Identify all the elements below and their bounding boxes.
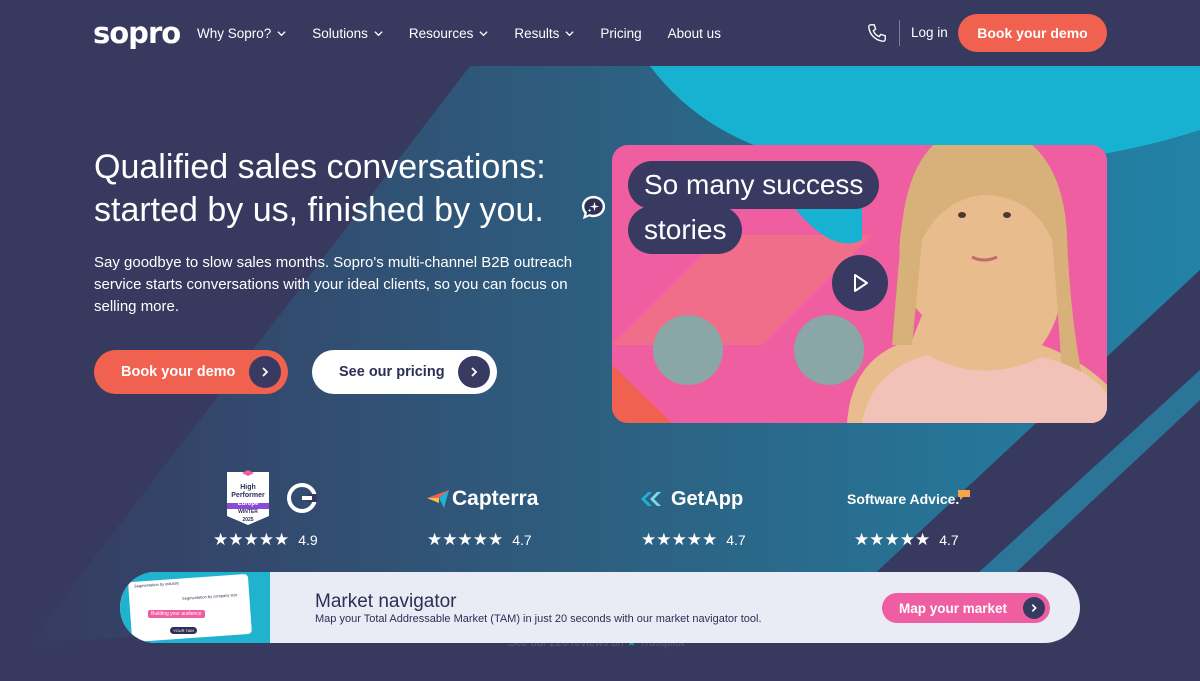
arrow-right-icon [458, 356, 490, 388]
video-caption-line2: stories [628, 206, 743, 254]
rating-stars: ★★★★★ 4.9 [213, 530, 318, 549]
market-navigator-thumbnail: Segmentation by industry Segmentation by… [120, 572, 270, 643]
review-capterra[interactable]: Capterra ★★★★★ 4.7 [427, 470, 538, 550]
button-label: Map your market [899, 600, 1008, 616]
market-navigator-title: Market navigator [315, 591, 457, 612]
hero-see-pricing-button[interactable]: See our pricing [312, 350, 497, 394]
review-g2[interactable]: High Performer Europe WINTER 2025 G2 ★★★… [213, 470, 318, 550]
review-getapp[interactable]: GetApp ★★★★★ 4.7 [641, 470, 746, 550]
getapp-logo-icon [641, 492, 661, 506]
rating-value: 4.9 [298, 532, 318, 548]
hero-title: Qualified sales conversations: started b… [94, 146, 614, 232]
nav-why-sopro[interactable]: Why Sopro? [197, 26, 286, 41]
button-label: See our pricing [339, 364, 445, 380]
rating-stars: ★★★★★ 4.7 [641, 530, 746, 549]
g2-badge-text: High Performer Europe WINTER 2025 [225, 484, 271, 524]
badge-line: WINTER [238, 509, 258, 515]
review-name: GetApp [671, 487, 744, 510]
login-link[interactable]: Log in [911, 25, 948, 40]
rating-stars: ★★★★★ 4.7 [427, 530, 532, 549]
arrow-right-icon [249, 356, 281, 388]
badge-line: Europe [237, 501, 259, 507]
nav-resources[interactable]: Resources [409, 26, 489, 41]
button-label: Book your demo [121, 364, 236, 380]
thumb-label: Building your audience [148, 610, 205, 618]
nav-label: Results [514, 25, 560, 41]
sopro-logo[interactable]: sopro [93, 16, 181, 50]
play-button[interactable] [832, 255, 888, 311]
badge-line: High [240, 484, 256, 491]
nav-results[interactable]: Results [514, 26, 574, 41]
site-header: sopro Why Sopro? Solutions Resources Res… [0, 0, 1200, 66]
review-name: Capterra [452, 487, 539, 510]
review-software-advice[interactable]: Software Advice. ★★★★★ 4.7 [847, 470, 970, 550]
hero-subtitle: Say goodbye to slow sales months. Sopro'… [94, 254, 573, 315]
nav-label: About us [667, 25, 721, 41]
nav-solutions[interactable]: Solutions [312, 26, 383, 41]
chat-sparkle-icon [581, 195, 606, 220]
main-nav: Why Sopro? Solutions Resources Results P… [197, 0, 747, 66]
play-icon [854, 274, 868, 292]
capterra-logo-icon [427, 490, 449, 508]
nav-label: Solutions [312, 25, 368, 41]
rating-stars: ★★★★★ 4.7 [854, 530, 959, 549]
video-caption-line1: So many success [628, 161, 880, 209]
nav-pricing[interactable]: Pricing [600, 26, 641, 41]
chevron-down-icon [374, 30, 383, 36]
review-name: Software Advice. [847, 491, 960, 507]
nav-label: Why Sopro? [197, 25, 272, 41]
nav-label: Pricing [600, 25, 642, 41]
chevron-down-icon [565, 30, 574, 36]
arrow-right-icon [1023, 597, 1045, 619]
rating-value: 4.7 [726, 532, 746, 548]
badge-line: 2025 [242, 517, 254, 523]
thumb-label: YOUR TAM [170, 627, 197, 634]
speech-bubble-icon [958, 490, 970, 500]
chevron-down-icon [479, 30, 488, 36]
badge-line: Performer [231, 492, 265, 499]
header-book-demo-button[interactable]: Book your demo [958, 14, 1107, 52]
hero-title-line2: started by us, finished by you. [94, 191, 544, 229]
map-your-market-button[interactable]: Map your market [882, 593, 1050, 623]
g2-logo-icon [287, 483, 317, 513]
hero-title-line1: Qualified sales conversations: [94, 148, 546, 186]
rating-value: 4.7 [939, 532, 959, 548]
phone-icon[interactable] [866, 22, 888, 44]
nav-label: Resources [408, 25, 474, 41]
market-navigator-banner: Segmentation by industry Segmentation by… [120, 572, 1080, 643]
nav-about-us[interactable]: About us [668, 26, 721, 41]
chevron-down-icon [277, 30, 286, 36]
rating-value: 4.7 [512, 532, 532, 548]
market-navigator-subtitle: Map your Total Addressable Market (TAM) … [315, 613, 762, 625]
header-divider [899, 20, 900, 46]
hero-book-demo-button[interactable]: Book your demo [94, 350, 288, 394]
